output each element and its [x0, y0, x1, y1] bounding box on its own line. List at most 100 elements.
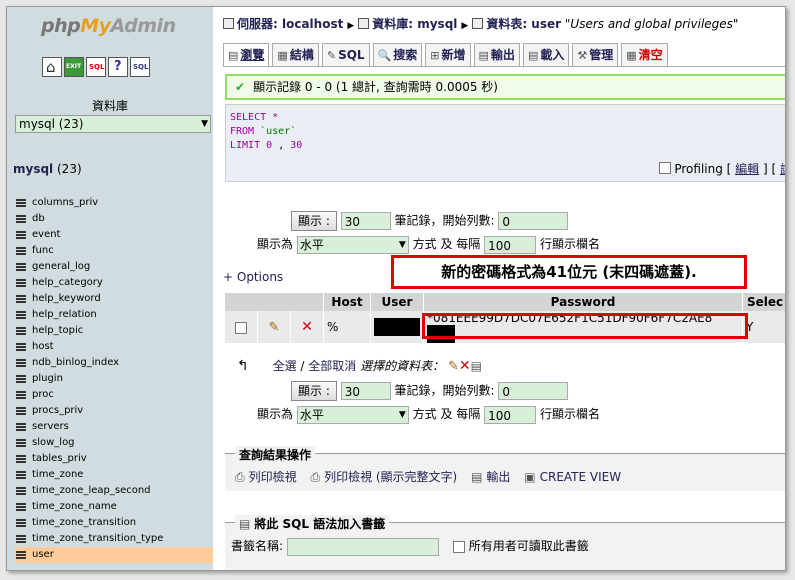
structure-icon: ▦	[277, 49, 288, 62]
print-view-link[interactable]: 列印檢視	[249, 470, 297, 484]
sidebar-item-columns-priv[interactable]: columns_priv	[15, 195, 213, 211]
insert-icon: ⊞	[430, 49, 440, 62]
show-button[interactable]: 顯示 :	[291, 381, 337, 401]
profiling-checkbox[interactable]	[659, 162, 672, 174]
sidebar-item-slow-log[interactable]: slow_log	[15, 435, 213, 451]
show-button[interactable]: 顯示 :	[291, 211, 337, 231]
tab-insert[interactable]: ⊞ 新增	[425, 43, 471, 66]
sidebar-item-plugin[interactable]: plugin	[15, 371, 213, 387]
sidebar-item-label: procs_priv	[32, 405, 84, 416]
breadcrumb-table[interactable]: 資料表: user	[486, 17, 561, 31]
tab-label: 輸出	[490, 48, 515, 62]
edit-sql-link[interactable]: 編輯	[735, 162, 759, 176]
sidebar-item-label: tables_priv	[32, 453, 87, 464]
sidebar-item-host[interactable]: host	[15, 339, 213, 355]
sidebar-item-servers[interactable]: servers	[15, 419, 213, 435]
dropdown-arrow-icon: ▼	[201, 119, 208, 129]
edit-pencil-icon[interactable]: ✎	[269, 320, 280, 335]
explain-sql-link[interactable]: 說	[780, 162, 785, 176]
table-list-icon	[16, 359, 26, 367]
public-bookmark-checkbox[interactable]	[452, 540, 465, 553]
export-icon: ▤	[478, 49, 489, 62]
create-view-link[interactable]: CREATE VIEW	[540, 470, 622, 484]
redacted-user-block	[374, 318, 420, 336]
sidebar-item-help-topic[interactable]: help_topic	[15, 323, 213, 339]
rows-input[interactable]: 30	[340, 212, 391, 230]
sidebar-item-label: time_zone_transition	[32, 517, 137, 528]
exit-icon[interactable]	[64, 57, 84, 77]
home-icon[interactable]	[42, 57, 62, 77]
sidebar-item-help-relation[interactable]: help_relation	[15, 307, 213, 323]
column-header-select-priv[interactable]: Selec	[742, 293, 785, 311]
tab-import[interactable]: ▤ 載入	[522, 43, 570, 66]
nav-icon-bar	[42, 57, 152, 80]
sidebar-item-time-zone[interactable]: time_zone	[15, 467, 213, 483]
tab-search[interactable]: 🔍 搜索	[372, 43, 423, 66]
tab-empty[interactable]: ▦ 清空	[621, 43, 668, 66]
check-all-link[interactable]: 全選	[273, 359, 297, 373]
browser-frame: phpMyAdmin 資料庫 mysql (23)▼ mysql (23) co…	[6, 6, 786, 571]
sidebar-item-user[interactable]: user	[15, 547, 213, 563]
row-checkbox[interactable]	[234, 321, 247, 334]
export-selected-icon[interactable]: ▤	[471, 359, 482, 373]
sidebar-item-event[interactable]: event	[15, 227, 213, 243]
tab-divider	[223, 66, 785, 67]
repeat-headers-input[interactable]: 100	[484, 405, 537, 424]
sidebar-item-label: slow_log	[32, 437, 75, 448]
sidebar-item-func[interactable]: func	[15, 243, 213, 259]
start-row-input[interactable]: 0	[498, 382, 569, 400]
sidebar-item-time-zone-transition-type[interactable]: time_zone_transition_type	[15, 531, 213, 547]
sidebar-item-proc[interactable]: proc	[15, 387, 213, 403]
result-header-row: Host User Password Selec	[225, 293, 785, 311]
sql-docs-icon[interactable]	[130, 57, 150, 77]
table-list-icon	[16, 391, 26, 399]
phpmyadmin-logo[interactable]: phpMyAdmin	[41, 15, 176, 37]
current-database[interactable]: mysql (23)	[13, 162, 82, 176]
delete-x-icon[interactable]: ✕	[301, 319, 313, 335]
options-link[interactable]: + Options	[223, 270, 283, 284]
sidebar-item-time-zone-leap-second[interactable]: time_zone_leap_second	[15, 483, 213, 499]
repeat-headers-input[interactable]: 100	[484, 235, 537, 254]
column-header-host[interactable]: Host	[323, 293, 371, 311]
rows-input[interactable]: 30	[340, 382, 391, 400]
tab-export[interactable]: ▤ 輸出	[473, 43, 520, 66]
sidebar-item-tables-priv[interactable]: tables_priv	[15, 451, 213, 467]
bookmark-name-input[interactable]	[286, 537, 439, 556]
start-row-input[interactable]: 0	[498, 212, 569, 230]
sidebar-item-ndb-binlog-index[interactable]: ndb_binlog_index	[15, 355, 213, 371]
delete-selected-icon[interactable]: ✕	[459, 358, 471, 374]
rows-navigator-top: 顯示 : 30 筆記錄，開始列數: 0	[291, 211, 569, 231]
edit-selected-icon[interactable]: ✎	[448, 359, 459, 374]
display-mode-row-bottom: 顯示為 水平 ▼ 方式 及 每隔 100 行顯示欄名	[257, 405, 600, 424]
tab-structure[interactable]: ▦ 結構	[272, 43, 319, 66]
database-select[interactable]: mysql (23) ▼	[15, 115, 211, 133]
display-mode-select[interactable]: 水平 ▼	[296, 405, 409, 424]
column-header-password[interactable]: Password	[423, 293, 743, 311]
sidebar-item-help-category[interactable]: help_category	[15, 275, 213, 291]
print-view-full-link[interactable]: 列印檢視 (顯示完整文字)	[324, 470, 457, 484]
export-link[interactable]: 輸出	[486, 470, 510, 484]
sidebar-item-time-zone-name[interactable]: time_zone_name	[15, 499, 213, 515]
display-mode-select[interactable]: 水平 ▼	[296, 235, 409, 254]
sidebar-item-label: servers	[32, 421, 69, 432]
uncheck-all-link[interactable]: 全部取消	[308, 359, 356, 373]
print-icon: ⎙	[310, 470, 321, 484]
tab-operations[interactable]: ⚒ 管理	[572, 43, 619, 66]
row-checkbox-cell	[225, 311, 258, 343]
sidebar-item-time-zone-transition[interactable]: time_zone_transition	[15, 515, 213, 531]
help-icon[interactable]	[108, 57, 128, 77]
sidebar-item-help-keyword[interactable]: help_keyword	[15, 291, 213, 307]
breadcrumb-database[interactable]: 資料庫: mysql	[372, 17, 457, 31]
tab-label: 搜索	[393, 48, 418, 62]
sidebar-item-general-log[interactable]: general_log	[15, 259, 213, 275]
table-list-icon	[16, 423, 26, 431]
sidebar-item-db[interactable]: db	[15, 211, 213, 227]
column-header-user[interactable]: User	[370, 293, 424, 311]
sidebar-item-procs-priv[interactable]: procs_priv	[15, 403, 213, 419]
tab-browse[interactable]: ▤ 瀏覽	[223, 43, 270, 66]
query-window-icon[interactable]	[86, 57, 106, 77]
breadcrumb-server[interactable]: 伺服器: localhost	[237, 17, 343, 31]
tab-sql[interactable]: ✎ SQL	[321, 43, 370, 66]
arrow-up-left-icon: ↰	[237, 358, 249, 374]
sidebar-item-label: user	[32, 549, 54, 560]
